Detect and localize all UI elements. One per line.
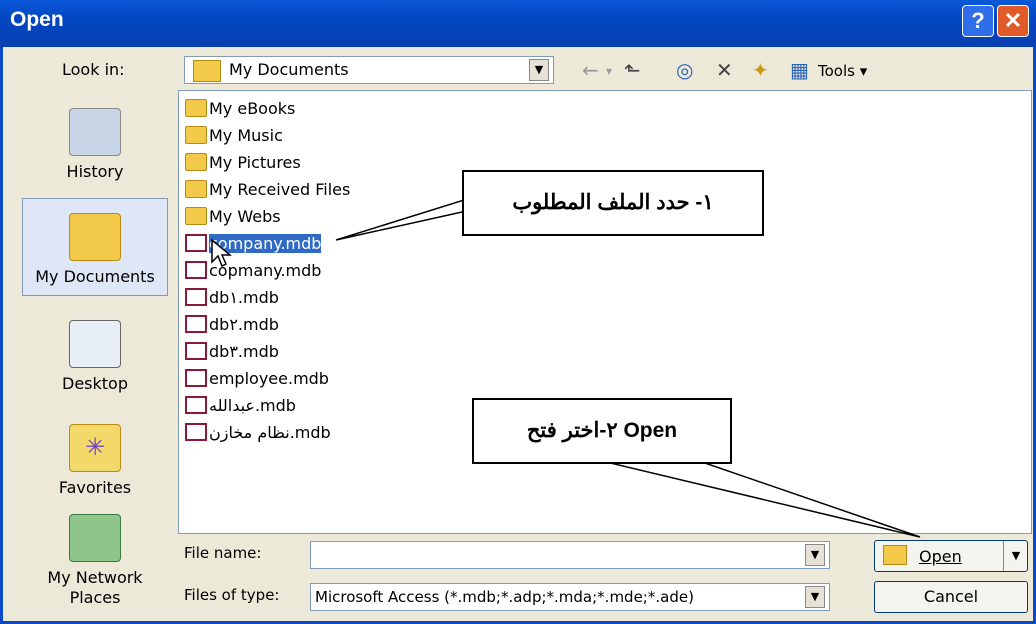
files-of-type-select[interactable]: Microsoft Access (*.mdb;*.adp;*.mda;*.md…: [310, 583, 830, 611]
cancel-button[interactable]: Cancel: [874, 581, 1028, 613]
open-folder-icon: [883, 545, 907, 565]
callout-pointers: [335, 193, 921, 538]
file-name-label: File name:: [184, 544, 262, 562]
open-button[interactable]: Open ▼: [874, 540, 1028, 572]
files-of-type-label: Files of type:: [184, 586, 280, 604]
open-dropdown-icon[interactable]: ▼: [1003, 541, 1028, 571]
open-label: Open: [919, 547, 962, 566]
file-name-input[interactable]: ▼: [310, 541, 830, 569]
chevron-down-icon[interactable]: ▼: [805, 586, 825, 608]
chevron-down-icon[interactable]: ▼: [805, 544, 825, 566]
callout-step1: ١- حدد الملف المطلوب: [462, 170, 764, 236]
callout-step2: ٢-اختر فتح Open: [472, 398, 732, 464]
